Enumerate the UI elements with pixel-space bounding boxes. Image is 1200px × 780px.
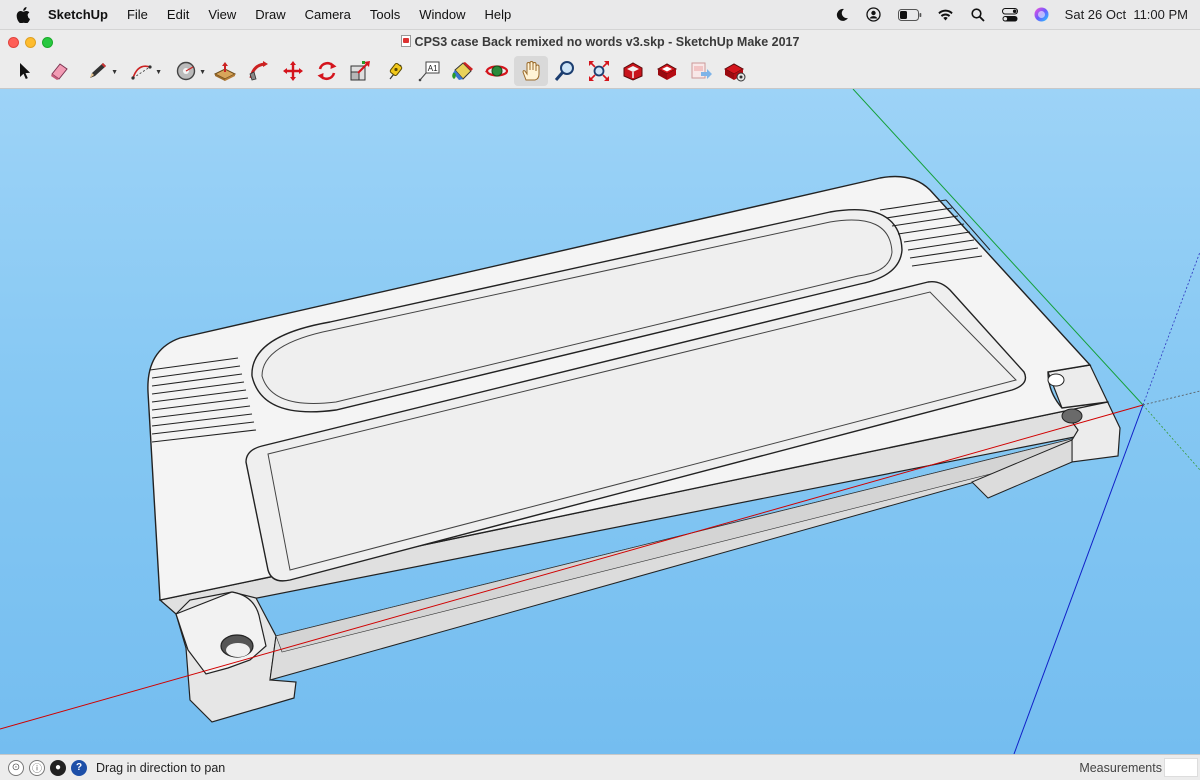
follow-me-tool-button[interactable] bbox=[242, 56, 276, 86]
rotate-tool-button[interactable] bbox=[310, 56, 344, 86]
measurements-label: Measurements bbox=[1079, 761, 1162, 775]
magnifier-icon bbox=[554, 61, 574, 81]
moon-icon[interactable] bbox=[833, 7, 851, 23]
tape-measure-tool-button[interactable] bbox=[378, 56, 412, 86]
siri-icon[interactable] bbox=[1033, 7, 1051, 23]
svg-text:A1: A1 bbox=[428, 64, 438, 73]
chevron-down-icon[interactable]: ▼ bbox=[155, 69, 162, 76]
document-proxy-icon[interactable] bbox=[400, 35, 411, 47]
select-tool-button[interactable] bbox=[8, 56, 42, 86]
pan-tool-button[interactable] bbox=[514, 56, 548, 86]
menubar-clock[interactable]: Sat 26 Oct 11:00 PM bbox=[1065, 7, 1188, 22]
menu-file[interactable]: File bbox=[127, 7, 148, 22]
menu-bar: SketchUp File Edit View Draw Camera Tool… bbox=[0, 0, 1200, 30]
paint-bucket-icon bbox=[452, 62, 473, 80]
eraser-icon bbox=[51, 63, 68, 80]
paint-bucket-tool-button[interactable] bbox=[446, 56, 480, 86]
chevron-down-icon[interactable]: ▼ bbox=[111, 69, 118, 76]
green-axis-dotted bbox=[1142, 404, 1200, 471]
menu-view[interactable]: View bbox=[208, 7, 236, 22]
menu-help[interactable]: Help bbox=[484, 7, 511, 22]
circle-shape-icon bbox=[176, 61, 196, 81]
eraser-tool-button[interactable] bbox=[42, 56, 76, 86]
measurements-input[interactable] bbox=[1164, 758, 1198, 777]
push-pull-icon bbox=[213, 62, 237, 81]
window-title-container: CPS3 case Back remixed no words v3.skp -… bbox=[0, 35, 1200, 49]
arc-tool-button[interactable]: ▼ bbox=[120, 56, 164, 86]
geo-location-icon[interactable]: ⊙ bbox=[8, 759, 24, 776]
account-icon[interactable]: ● bbox=[50, 759, 66, 776]
case-back-model[interactable] bbox=[147, 175, 1121, 723]
menu-camera[interactable]: Camera bbox=[305, 7, 351, 22]
menu-draw[interactable]: Draw bbox=[255, 7, 285, 22]
menu-window[interactable]: Window bbox=[419, 7, 465, 22]
orbit-icon bbox=[485, 65, 509, 77]
extension-warehouse-icon bbox=[656, 63, 678, 80]
move-tool-button[interactable] bbox=[276, 56, 310, 86]
blue-axis-dotted bbox=[1142, 251, 1200, 406]
menu-tools[interactable]: Tools bbox=[370, 7, 400, 22]
tape-measure-icon bbox=[389, 63, 403, 80]
menubar-status-area: Sat 26 Oct 11:00 PM bbox=[833, 7, 1188, 23]
status-hint-text: Drag in direction to pan bbox=[96, 760, 226, 775]
text-label-icon: A1 bbox=[418, 61, 440, 82]
select-arrow-icon bbox=[20, 63, 31, 79]
3d-warehouse-button[interactable] bbox=[616, 56, 650, 86]
shapes-tool-button[interactable]: ▼ bbox=[164, 56, 208, 86]
window-title-bar: CPS3 case Back remixed no words v3.skp -… bbox=[0, 30, 1200, 54]
send-to-layout-button[interactable] bbox=[684, 56, 718, 86]
pencil-tool-button[interactable]: ▼ bbox=[76, 56, 120, 86]
rotate-icon bbox=[317, 61, 337, 81]
large-tool-set-toolbar: ▼ ▼ ▼ A1 bbox=[0, 54, 1200, 89]
zoom-extents-tool-button[interactable] bbox=[582, 56, 616, 86]
extension-warehouse-button[interactable] bbox=[650, 56, 684, 86]
scale-tool-button[interactable] bbox=[344, 56, 378, 86]
move-arrows-icon bbox=[283, 61, 303, 81]
text-tool-button[interactable]: A1 bbox=[412, 56, 446, 86]
follow-me-icon bbox=[249, 61, 268, 81]
wifi-icon[interactable] bbox=[937, 7, 955, 23]
model-viewport[interactable] bbox=[0, 89, 1200, 754]
help-instructor-icon[interactable]: ? bbox=[71, 759, 87, 776]
user-account-icon[interactable] bbox=[865, 7, 883, 23]
zoom-tool-button[interactable] bbox=[548, 56, 582, 86]
extension-manager-icon bbox=[723, 63, 746, 82]
credits-info-icon[interactable]: ⓘ bbox=[29, 759, 45, 776]
chevron-down-icon[interactable]: ▼ bbox=[199, 69, 206, 76]
status-bar: ⊙ ⓘ ● ? Drag in direction to pan Measure… bbox=[0, 754, 1200, 780]
red-axis-dotted bbox=[1142, 390, 1200, 406]
model-canvas[interactable] bbox=[0, 89, 1200, 754]
scale-icon bbox=[350, 61, 370, 81]
arc-icon bbox=[131, 65, 152, 80]
push-pull-tool-button[interactable] bbox=[208, 56, 242, 86]
menu-app-sketchup[interactable]: SketchUp bbox=[48, 7, 108, 22]
pencil-icon bbox=[90, 63, 106, 78]
send-to-layout-icon bbox=[691, 62, 712, 79]
spotlight-search-icon[interactable] bbox=[969, 7, 987, 23]
orbit-tool-button[interactable] bbox=[480, 56, 514, 86]
pan-hand-icon bbox=[522, 60, 540, 81]
battery-icon[interactable] bbox=[897, 7, 923, 23]
warehouse-icon bbox=[623, 62, 643, 81]
window-title: CPS3 case Back remixed no words v3.skp -… bbox=[414, 35, 800, 49]
extension-manager-button[interactable] bbox=[718, 56, 752, 86]
control-center-icon[interactable] bbox=[1001, 7, 1019, 23]
apple-icon[interactable] bbox=[16, 6, 30, 23]
menu-edit[interactable]: Edit bbox=[167, 7, 189, 22]
zoom-extents-icon bbox=[589, 61, 609, 81]
